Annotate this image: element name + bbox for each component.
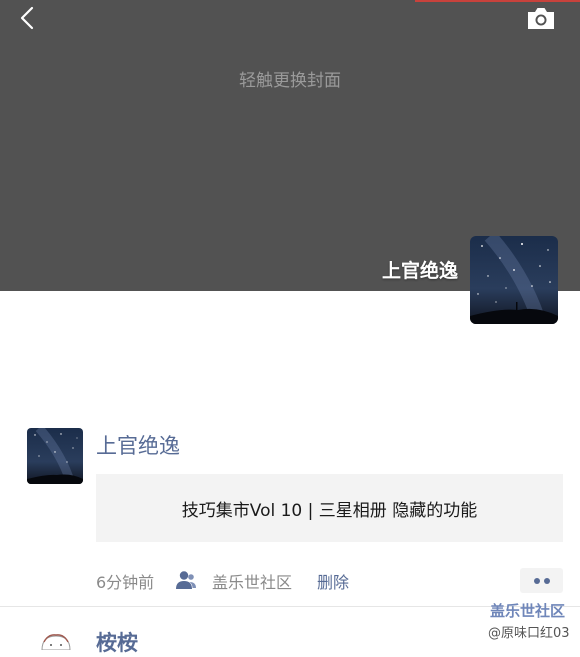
back-button[interactable]: [14, 4, 42, 32]
post-author-avatar[interactable]: [27, 428, 83, 484]
chevron-left-icon: [20, 6, 34, 30]
next-post-avatar[interactable]: [38, 630, 74, 650]
delete-button[interactable]: 删除: [317, 569, 349, 593]
post-author-name[interactable]: 上官绝逸: [96, 430, 180, 460]
cartoon-face-avatar-image: [41, 634, 71, 650]
owner-name[interactable]: 上官绝逸: [382, 256, 458, 283]
watermark-title: 盖乐世社区: [490, 602, 566, 620]
more-actions-button[interactable]: [520, 568, 563, 593]
more-dots-icon: [534, 578, 540, 584]
group-icon[interactable]: [175, 570, 197, 590]
next-post-author-name[interactable]: 桉桉: [96, 627, 138, 657]
status-accent-line: [415, 0, 580, 2]
starry-sky-avatar-image: [27, 428, 83, 484]
owner-avatar[interactable]: [470, 236, 558, 324]
starry-sky-avatar-image: [470, 236, 558, 324]
camera-button[interactable]: [526, 5, 556, 31]
more-dots-icon: [544, 578, 550, 584]
link-card-title: 技巧集市Vol 10 | 三星相册 隐藏的功能: [181, 500, 478, 521]
cover-change-hint[interactable]: 轻触更换封面: [0, 66, 580, 91]
post-time: 6分钟前: [96, 573, 155, 592]
shared-link-card[interactable]: 技巧集市Vol 10 | 三星相册 隐藏的功能: [96, 474, 563, 542]
camera-icon: [528, 8, 554, 29]
post-visibility-group[interactable]: 盖乐世社区: [212, 569, 292, 593]
watermark-subtitle: @原味口红03: [488, 626, 570, 641]
